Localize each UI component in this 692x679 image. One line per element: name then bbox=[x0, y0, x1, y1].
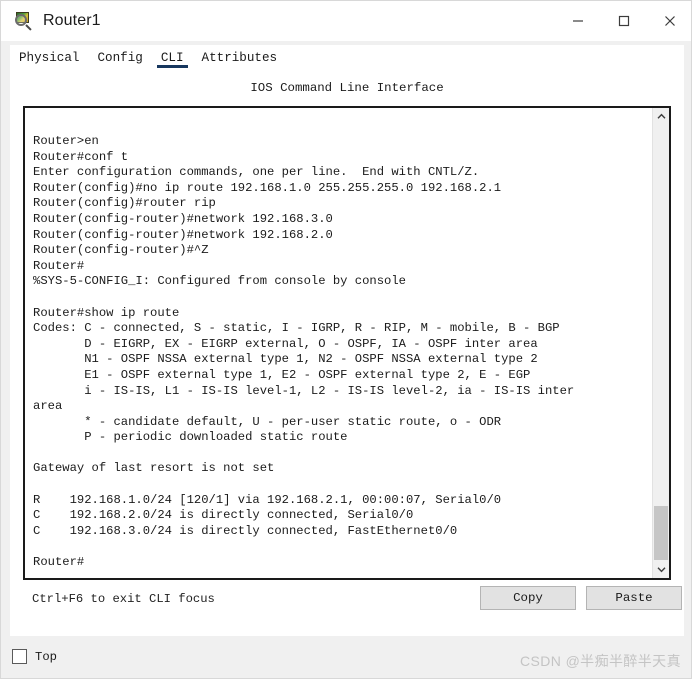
top-checkbox-label: Top bbox=[35, 649, 57, 664]
packet-tracer-device-icon bbox=[14, 11, 34, 31]
terminal-container: Router>en Router#conf t Enter configurat… bbox=[23, 106, 671, 580]
window-controls bbox=[555, 1, 691, 41]
window-bottom-bar: Top CSDN @半痴半醉半天真 bbox=[1, 639, 691, 678]
cli-focus-hint: Ctrl+F6 to exit CLI focus bbox=[32, 592, 215, 606]
panel-title: IOS Command Line Interface bbox=[250, 81, 444, 95]
tab-bar: Physical Config CLI Attributes bbox=[10, 45, 684, 72]
terminal-scrollbar[interactable] bbox=[652, 108, 669, 578]
maximize-icon[interactable] bbox=[601, 1, 647, 41]
chevron-down-icon[interactable] bbox=[653, 561, 669, 578]
window-titlebar: Router1 bbox=[1, 1, 691, 41]
tab-physical[interactable]: Physical bbox=[10, 45, 88, 69]
router-cli-window: Router1 Physical Config CLI Attributes I… bbox=[0, 0, 692, 679]
tab-cli[interactable]: CLI bbox=[152, 45, 193, 69]
minimize-icon[interactable] bbox=[555, 1, 601, 41]
chevron-up-icon[interactable] bbox=[653, 108, 669, 125]
cli-panel: IOS Command Line Interface Router>en Rou… bbox=[10, 72, 684, 636]
tab-config[interactable]: Config bbox=[88, 45, 151, 69]
terminal-output: Router>en Router#conf t Enter configurat… bbox=[33, 134, 575, 570]
top-checkbox[interactable] bbox=[12, 649, 27, 664]
paste-button[interactable]: Paste bbox=[586, 586, 682, 610]
copy-button[interactable]: Copy bbox=[480, 586, 576, 610]
close-icon[interactable] bbox=[647, 1, 691, 41]
window-title: Router1 bbox=[43, 12, 101, 29]
scrollbar-thumb[interactable] bbox=[654, 506, 668, 560]
tab-attributes[interactable]: Attributes bbox=[193, 45, 287, 69]
watermark-text: CSDN @半痴半醉半天真 bbox=[520, 653, 681, 669]
terminal-output-area[interactable]: Router>en Router#conf t Enter configurat… bbox=[25, 108, 652, 578]
top-checkbox-group[interactable]: Top bbox=[12, 649, 57, 664]
